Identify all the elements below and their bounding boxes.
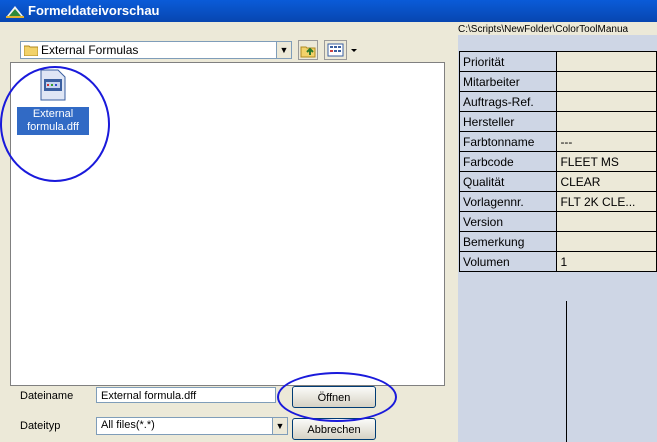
property-key: Farbcode xyxy=(458,151,558,172)
property-value xyxy=(556,91,657,112)
app-icon xyxy=(6,6,24,18)
annotation-circle-file xyxy=(0,66,110,182)
property-key: Auftrags-Ref. xyxy=(458,91,558,112)
property-key: Qualität xyxy=(458,171,558,192)
property-value xyxy=(556,211,657,232)
file-path: C:\Scripts\NewFolder\ColorToolManua xyxy=(458,24,629,35)
chevron-down-icon[interactable]: ▼ xyxy=(276,42,291,58)
annotation-circle-open xyxy=(277,372,397,422)
filetype-value: All files(*.*) xyxy=(101,419,155,431)
property-key: Hersteller xyxy=(458,111,558,132)
filetype-select[interactable]: All files(*.*) ▼ xyxy=(96,417,288,435)
table-row: Auftrags-Ref. xyxy=(458,91,657,112)
table-row: Mitarbeiter xyxy=(458,71,657,92)
table-row: Hersteller xyxy=(458,111,657,132)
property-key: Priorität xyxy=(458,51,558,72)
view-menu-icon[interactable] xyxy=(324,40,360,60)
column-divider xyxy=(566,301,567,442)
folder-dropdown[interactable]: External Formulas ▼ xyxy=(20,41,292,59)
table-row: Farbtonname --- xyxy=(458,131,657,152)
title-bar: Formeldateivorschau xyxy=(0,0,657,22)
property-key: Bemerkung xyxy=(458,231,558,252)
property-key: Farbtonname xyxy=(458,131,558,152)
property-value: 1 xyxy=(556,251,657,272)
properties-panel: Priorität Mitarbeiter Auftrags-Ref. Hers… xyxy=(458,35,657,442)
table-row: Priorität xyxy=(458,51,657,72)
filetype-label: Dateityp xyxy=(20,420,61,432)
property-value xyxy=(556,71,657,92)
table-row: Vorlagennr. FLT 2K CLE... xyxy=(458,191,657,212)
window-title: Formeldateivorschau xyxy=(28,3,160,18)
table-row: Bemerkung xyxy=(458,231,657,252)
property-value: CLEAR xyxy=(556,171,657,192)
property-value: FLT 2K CLE... xyxy=(556,191,657,212)
table-row: Qualität CLEAR xyxy=(458,171,657,192)
property-key: Mitarbeiter xyxy=(458,71,558,92)
folder-icon xyxy=(24,45,38,56)
details-pane: C:\Scripts\NewFolder\ColorToolManua Prio… xyxy=(450,22,657,442)
property-key: Vorlagennr. xyxy=(458,191,558,212)
table-row: Volumen 1 xyxy=(458,251,657,272)
table-row: Version xyxy=(458,211,657,232)
filename-label: Dateiname xyxy=(20,390,74,402)
properties-table: Priorität Mitarbeiter Auftrags-Ref. Hers… xyxy=(458,51,657,272)
property-value: FLEET MS xyxy=(556,151,657,172)
property-value xyxy=(556,231,657,252)
property-value xyxy=(556,51,657,72)
property-value xyxy=(556,111,657,132)
folder-name: External Formulas xyxy=(41,43,139,57)
folder-up-icon[interactable] xyxy=(298,40,318,60)
table-row: Farbcode FLEET MS xyxy=(458,151,657,172)
file-browser-pane: External Formulas ▼ External formula.dff… xyxy=(0,22,450,442)
chevron-down-icon[interactable]: ▼ xyxy=(272,418,287,434)
property-value: --- xyxy=(556,131,657,152)
property-key: Volumen xyxy=(458,251,558,272)
filename-input[interactable]: External formula.dff xyxy=(96,387,276,403)
property-key: Version xyxy=(458,211,558,232)
